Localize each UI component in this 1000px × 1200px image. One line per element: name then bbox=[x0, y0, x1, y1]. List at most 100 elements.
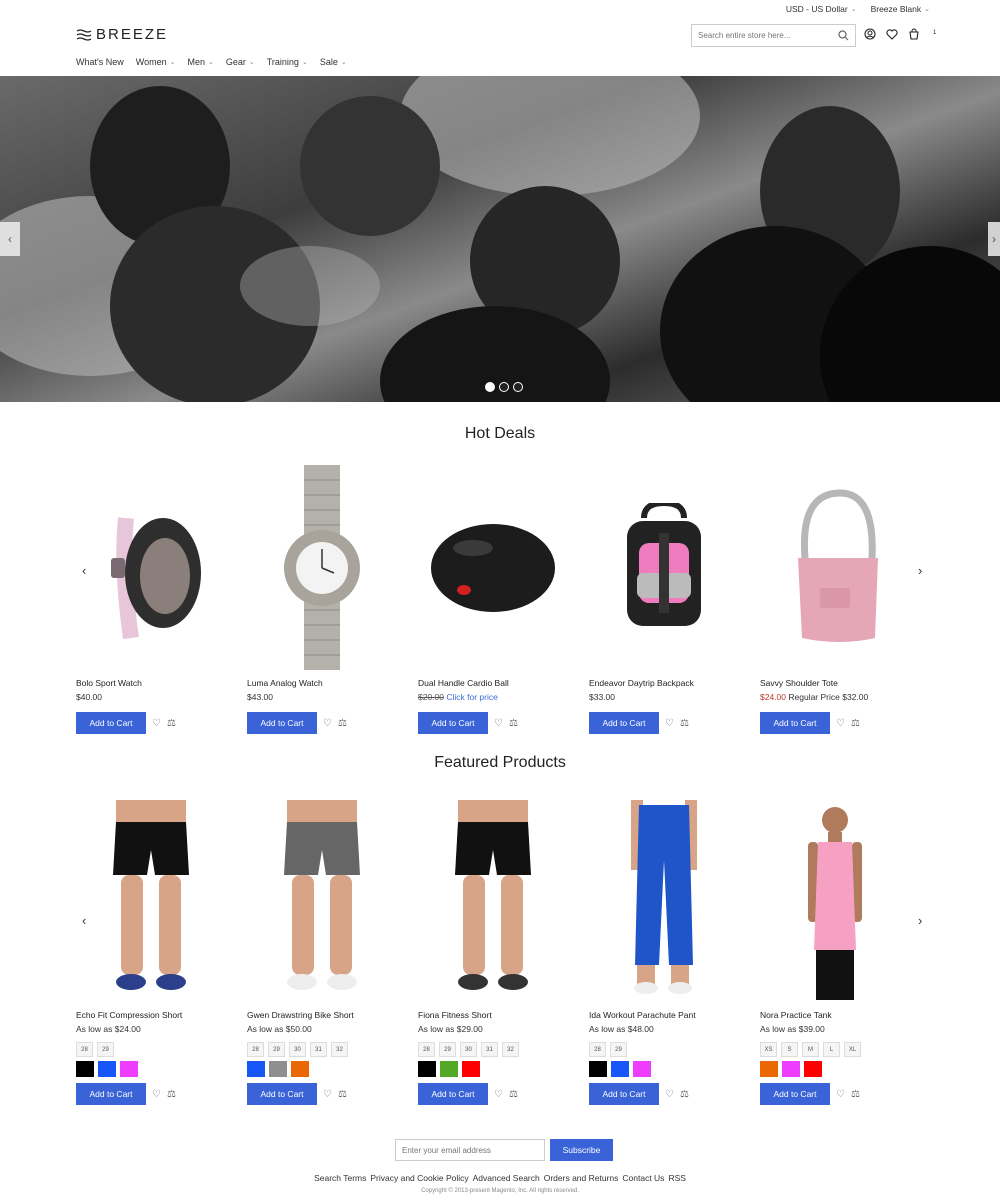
size-swatch[interactable]: 32 bbox=[331, 1042, 348, 1057]
color-swatch[interactable] bbox=[589, 1061, 607, 1077]
product-image[interactable] bbox=[589, 797, 739, 1002]
currency-switcher[interactable]: USD - US Dollar ⌄ bbox=[786, 4, 857, 14]
nav-item[interactable]: What's New bbox=[76, 57, 124, 67]
color-swatch[interactable] bbox=[782, 1061, 800, 1077]
product-image[interactable] bbox=[76, 797, 226, 1002]
color-swatch[interactable] bbox=[76, 1061, 94, 1077]
heart-icon[interactable]: ♡ bbox=[323, 718, 332, 729]
size-swatch[interactable]: 32 bbox=[502, 1042, 519, 1057]
nav-item[interactable]: Training ⌄ bbox=[267, 57, 308, 67]
color-swatch[interactable] bbox=[611, 1061, 629, 1077]
wishlist-icon[interactable] bbox=[886, 28, 898, 40]
add-to-cart-button[interactable]: Add to Cart bbox=[589, 712, 659, 734]
size-swatch[interactable]: 31 bbox=[481, 1042, 498, 1057]
nav-item[interactable]: Sale ⌄ bbox=[320, 57, 347, 67]
search-input[interactable] bbox=[698, 31, 828, 40]
account-icon[interactable] bbox=[864, 28, 876, 40]
color-swatch[interactable] bbox=[440, 1061, 458, 1077]
color-swatch[interactable] bbox=[760, 1061, 778, 1077]
hero-prev-arrow[interactable]: ‹ bbox=[0, 222, 20, 256]
product-name[interactable]: Bolo Sport Watch bbox=[76, 678, 226, 692]
compare-icon[interactable]: ⚖ bbox=[509, 718, 518, 729]
heart-icon[interactable]: ♡ bbox=[665, 1089, 674, 1100]
add-to-cart-button[interactable]: Add to Cart bbox=[589, 1083, 659, 1105]
size-swatch[interactable]: 31 bbox=[310, 1042, 327, 1057]
footer-link[interactable]: Advanced Search bbox=[473, 1173, 540, 1183]
heart-icon[interactable]: ♡ bbox=[836, 1089, 845, 1100]
compare-icon[interactable]: ⚖ bbox=[167, 1089, 176, 1100]
color-swatch[interactable] bbox=[269, 1061, 287, 1077]
add-to-cart-button[interactable]: Add to Cart bbox=[760, 1083, 830, 1105]
color-swatch[interactable] bbox=[247, 1061, 265, 1077]
hero-next-arrow[interactable]: › bbox=[988, 222, 1000, 256]
add-to-cart-button[interactable]: Add to Cart bbox=[76, 712, 146, 734]
footer-link[interactable]: Search Terms bbox=[314, 1173, 366, 1183]
color-swatch[interactable] bbox=[291, 1061, 309, 1077]
product-image[interactable] bbox=[418, 465, 568, 670]
product-image[interactable] bbox=[760, 465, 910, 670]
heart-icon[interactable]: ♡ bbox=[836, 718, 845, 729]
compare-icon[interactable]: ⚖ bbox=[167, 718, 176, 729]
size-swatch[interactable]: 29 bbox=[439, 1042, 456, 1057]
logo[interactable]: BREEZE bbox=[76, 26, 168, 43]
size-swatch[interactable]: XS bbox=[760, 1042, 777, 1057]
footer-link[interactable]: Orders and Returns bbox=[544, 1173, 619, 1183]
footer-link[interactable]: RSS bbox=[668, 1173, 685, 1183]
newsletter-email-input[interactable] bbox=[395, 1139, 545, 1161]
color-swatch[interactable] bbox=[804, 1061, 822, 1077]
compare-icon[interactable]: ⚖ bbox=[851, 1089, 860, 1100]
cart-icon[interactable]: 1 bbox=[908, 28, 936, 40]
product-name[interactable]: Savvy Shoulder Tote bbox=[760, 678, 910, 692]
size-swatch[interactable]: M bbox=[802, 1042, 819, 1057]
heart-icon[interactable]: ♡ bbox=[152, 718, 161, 729]
product-name[interactable]: Nora Practice Tank bbox=[760, 1010, 910, 1024]
color-swatch[interactable] bbox=[462, 1061, 480, 1077]
product-name[interactable]: Dual Handle Cardio Ball bbox=[418, 678, 568, 692]
footer-link[interactable]: Privacy and Cookie Policy bbox=[370, 1173, 468, 1183]
size-swatch[interactable]: 30 bbox=[289, 1042, 306, 1057]
click-for-price-link[interactable]: Click for price bbox=[446, 692, 497, 702]
color-swatch[interactable] bbox=[120, 1061, 138, 1077]
product-name[interactable]: Fiona Fitness Short bbox=[418, 1010, 568, 1024]
product-image[interactable] bbox=[760, 797, 910, 1002]
heart-icon[interactable]: ♡ bbox=[665, 718, 674, 729]
size-swatch[interactable]: 30 bbox=[460, 1042, 477, 1057]
add-to-cart-button[interactable]: Add to Cart bbox=[418, 1083, 488, 1105]
compare-icon[interactable]: ⚖ bbox=[509, 1089, 518, 1100]
add-to-cart-button[interactable]: Add to Cart bbox=[247, 1083, 317, 1105]
add-to-cart-button[interactable]: Add to Cart bbox=[247, 712, 317, 734]
product-name[interactable]: Ida Workout Parachute Pant bbox=[589, 1010, 739, 1024]
product-image[interactable] bbox=[418, 797, 568, 1002]
size-swatch[interactable]: 29 bbox=[268, 1042, 285, 1057]
heart-icon[interactable]: ♡ bbox=[494, 718, 503, 729]
product-image[interactable] bbox=[247, 465, 397, 670]
slide-dot[interactable] bbox=[485, 382, 495, 392]
heart-icon[interactable]: ♡ bbox=[494, 1089, 503, 1100]
nav-item[interactable]: Women ⌄ bbox=[136, 57, 176, 67]
product-image[interactable] bbox=[76, 465, 226, 670]
color-swatch[interactable] bbox=[633, 1061, 651, 1077]
compare-icon[interactable]: ⚖ bbox=[680, 718, 689, 729]
heart-icon[interactable]: ♡ bbox=[152, 1089, 161, 1100]
slide-dot[interactable] bbox=[499, 382, 509, 392]
product-name[interactable]: Gwen Drawstring Bike Short bbox=[247, 1010, 397, 1024]
add-to-cart-button[interactable]: Add to Cart bbox=[418, 712, 488, 734]
product-name[interactable]: Luma Analog Watch bbox=[247, 678, 397, 692]
compare-icon[interactable]: ⚖ bbox=[680, 1089, 689, 1100]
size-swatch[interactable]: 28 bbox=[76, 1042, 93, 1057]
nav-item[interactable]: Gear ⌄ bbox=[226, 57, 255, 67]
product-image[interactable] bbox=[589, 465, 739, 670]
compare-icon[interactable]: ⚖ bbox=[851, 718, 860, 729]
size-swatch[interactable]: 28 bbox=[418, 1042, 435, 1057]
add-to-cart-button[interactable]: Add to Cart bbox=[76, 1083, 146, 1105]
size-swatch[interactable]: 29 bbox=[97, 1042, 114, 1057]
size-swatch[interactable]: S bbox=[781, 1042, 798, 1057]
size-swatch[interactable]: 28 bbox=[247, 1042, 264, 1057]
subscribe-button[interactable]: Subscribe bbox=[550, 1139, 613, 1161]
compare-icon[interactable]: ⚖ bbox=[338, 718, 347, 729]
compare-icon[interactable]: ⚖ bbox=[338, 1089, 347, 1100]
size-swatch[interactable]: XL bbox=[844, 1042, 861, 1057]
color-swatch[interactable] bbox=[418, 1061, 436, 1077]
footer-link[interactable]: Contact Us bbox=[622, 1173, 664, 1183]
search-icon[interactable] bbox=[838, 30, 849, 41]
